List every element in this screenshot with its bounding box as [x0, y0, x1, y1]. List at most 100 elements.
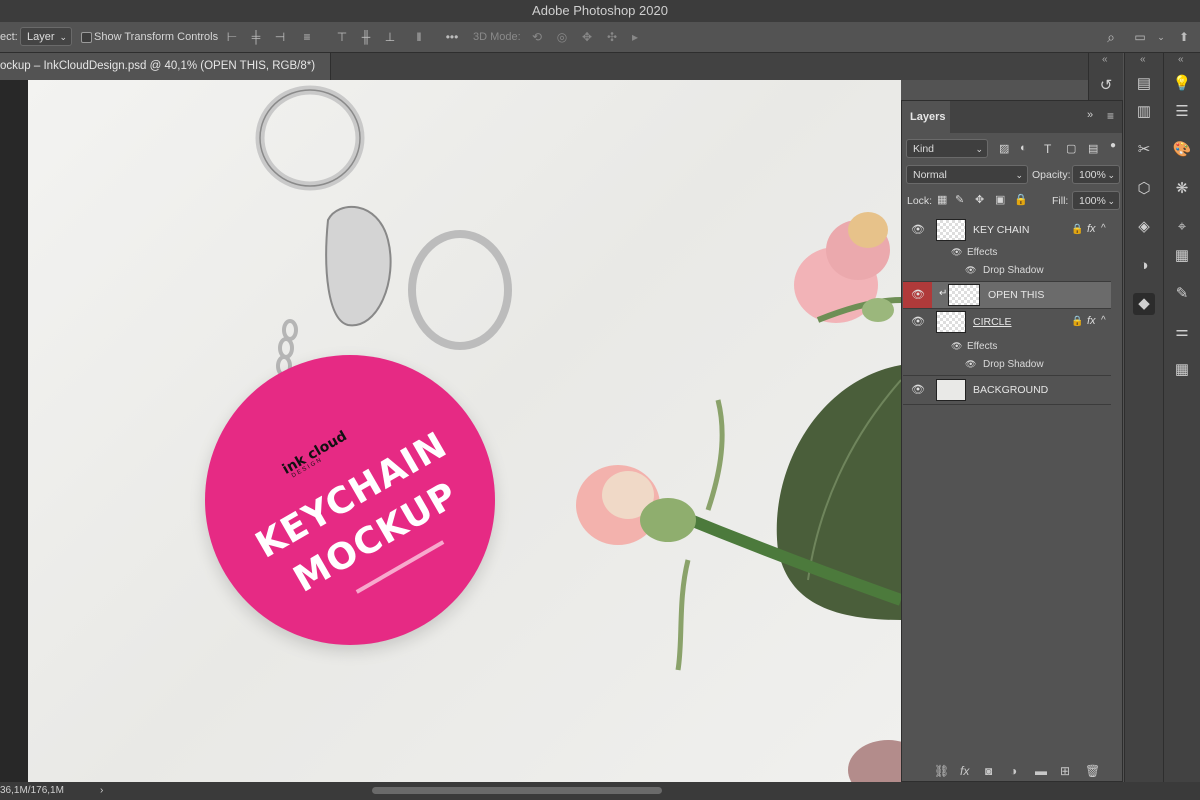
- layer-open-this[interactable]: 👁 ↵ OPEN THIS: [903, 282, 1111, 309]
- auto-select-dropdown[interactable]: Layer ⌄: [20, 27, 72, 46]
- brush-icon[interactable]: ✎: [1171, 283, 1193, 305]
- libraries-icon[interactable]: ▤: [1133, 73, 1155, 95]
- filter-toggle-icon[interactable]: ●: [1110, 140, 1116, 151]
- collapse-panel-icon[interactable]: »: [1087, 109, 1093, 121]
- search-icon[interactable]: ⌕: [1104, 30, 1118, 44]
- align-right-icon[interactable]: ⊣: [273, 30, 287, 44]
- lock-paint-icon[interactable]: ✎: [955, 193, 964, 206]
- filter-shape-icon[interactable]: ▢: [1066, 142, 1076, 155]
- fill-field[interactable]: 100% ⌄: [1072, 191, 1120, 210]
- workspace-icon[interactable]: ▭: [1133, 30, 1147, 44]
- blend-mode-dropdown[interactable]: Normal ⌄: [906, 165, 1028, 184]
- 3d-icon[interactable]: ⬡: [1133, 178, 1155, 200]
- link-layers-icon[interactable]: ⛓: [934, 764, 949, 778]
- effect-eye-icon[interactable]: 👁: [965, 265, 979, 275]
- visibility-eye-icon[interactable]: 👁: [911, 290, 925, 301]
- lock-all-icon[interactable]: 🔒: [1014, 193, 1028, 206]
- styles-icon[interactable]: ❋: [1171, 178, 1193, 200]
- new-group-icon[interactable]: ▬: [1035, 764, 1047, 778]
- lock-icon: 🔒: [1071, 316, 1084, 327]
- layers-tab-label: Layers: [910, 111, 946, 123]
- filter-kind-value: Kind: [913, 143, 935, 155]
- drop-shadow-label: Drop Shadow: [983, 265, 1044, 276]
- fx-icon[interactable]: fx: [1087, 223, 1096, 235]
- collapse-icon[interactable]: «: [1140, 54, 1146, 65]
- table-icon[interactable]: ▦: [1171, 359, 1193, 381]
- properties-icon[interactable]: ▥: [1133, 101, 1155, 123]
- layer-circle[interactable]: 👁 CIRCLE 🔒 fx ^ 👁 Effects 👁 Drop Shadow: [903, 309, 1111, 376]
- panel-menu-icon[interactable]: ≡: [1107, 109, 1114, 123]
- effect-eye-icon[interactable]: 👁: [965, 359, 979, 369]
- clip-arrow-icon: ↵: [939, 288, 948, 299]
- layers-icon[interactable]: ◆: [1133, 293, 1155, 315]
- layer-background[interactable]: 👁 BACKGROUND: [903, 376, 1111, 405]
- more-options-icon[interactable]: •••: [445, 30, 459, 44]
- layers-panel-header: Layers » ≡: [902, 101, 1122, 133]
- status-arrow[interactable]: ›: [100, 782, 103, 800]
- layer-thumbnail: [936, 311, 966, 333]
- visibility-eye-icon[interactable]: 👁: [911, 225, 925, 236]
- filter-type-icon[interactable]: T: [1044, 142, 1051, 156]
- camera-3d-icon[interactable]: ▸: [628, 30, 642, 44]
- lock-artboard-icon[interactable]: ▣: [995, 193, 1005, 206]
- filter-pixel-icon[interactable]: ▨: [999, 142, 1009, 155]
- align-center-icon[interactable]: ╪: [249, 30, 263, 44]
- visibility-cell[interactable]: 👁: [903, 282, 932, 308]
- document-tab[interactable]: ockup – InkCloudDesign.psd @ 40,1% (OPEN…: [0, 53, 331, 80]
- canvas[interactable]: ink cloud DESIGN KEYCHAIN MOCKUP: [28, 80, 901, 782]
- filter-kind-dropdown[interactable]: Kind ⌄: [906, 139, 988, 158]
- layer-key-chain[interactable]: 👁 KEY CHAIN 🔒 fx ^ 👁 Effects 👁 Drop Shad…: [903, 217, 1111, 282]
- fx-icon[interactable]: fx: [1087, 315, 1096, 327]
- new-adjustment-icon[interactable]: ◑: [1010, 764, 1017, 778]
- tab-layers[interactable]: Layers: [902, 101, 950, 133]
- learn-icon[interactable]: 💡: [1171, 73, 1193, 95]
- horizontal-scrollbar[interactable]: [372, 787, 662, 794]
- roll-3d-icon[interactable]: ◎: [555, 30, 569, 44]
- tools-icon[interactable]: ✂: [1133, 139, 1155, 161]
- chevron-up-icon[interactable]: ^: [1101, 223, 1106, 234]
- share-icon[interactable]: ⬆: [1177, 30, 1191, 44]
- swatches-icon[interactable]: 🎨: [1171, 139, 1193, 161]
- effects-eye-icon[interactable]: 👁: [951, 341, 965, 351]
- channels-icon[interactable]: ◈: [1133, 216, 1155, 238]
- grid-icon[interactable]: ▦: [1171, 245, 1193, 267]
- visibility-eye-icon[interactable]: 👁: [911, 385, 925, 396]
- layers-panel: Layers » ≡ Kind ⌄ ▨ ◐ T ▢ ▤ ● Normal ⌄ O…: [901, 100, 1123, 782]
- blend-row: Normal ⌄ Opacity: 100% ⌄: [902, 163, 1122, 189]
- adjustments-icon[interactable]: ◑: [1133, 255, 1155, 277]
- paths-icon[interactable]: ⌖: [1171, 216, 1193, 238]
- opacity-value: 100%: [1079, 169, 1106, 181]
- filter-adjustment-icon[interactable]: ◐: [1020, 142, 1027, 154]
- opacity-field[interactable]: 100% ⌄: [1072, 165, 1120, 184]
- effects-eye-icon[interactable]: 👁: [951, 247, 965, 257]
- add-mask-icon[interactable]: ◙: [985, 764, 992, 778]
- rose-corner: [848, 740, 901, 782]
- chevron-up-icon[interactable]: ^: [1101, 315, 1106, 326]
- lock-icon: 🔒: [1071, 224, 1084, 235]
- history-icon[interactable]: ↺: [1095, 75, 1117, 97]
- distribute-icon[interactable]: ≡: [300, 30, 314, 44]
- sliders-icon[interactable]: ⚌: [1171, 321, 1193, 343]
- select-label: ect:: [0, 31, 18, 43]
- color-icon[interactable]: ☰: [1171, 101, 1193, 123]
- workspace-chevron-icon[interactable]: ⌄: [1154, 30, 1168, 44]
- filter-smart-icon[interactable]: ▤: [1088, 142, 1098, 155]
- orbit-3d-icon[interactable]: ⟲: [530, 30, 544, 44]
- pan-3d-icon[interactable]: ✥: [580, 30, 594, 44]
- delete-layer-icon[interactable]: 🗑: [1085, 764, 1100, 778]
- align-left-icon[interactable]: ⊢: [225, 30, 239, 44]
- show-transform-checkbox[interactable]: [81, 32, 92, 43]
- slide-3d-icon[interactable]: ✣: [605, 30, 619, 44]
- collapse-icon[interactable]: «: [1102, 54, 1108, 65]
- distribute-vertical-icon[interactable]: ‖: [412, 30, 426, 44]
- new-layer-icon[interactable]: ⊞: [1060, 764, 1070, 778]
- align-top-icon[interactable]: ⊤: [335, 30, 349, 44]
- lock-position-icon[interactable]: ✥: [975, 193, 984, 206]
- layer-thumbnail: [936, 219, 966, 241]
- align-bottom-icon[interactable]: ⊥: [383, 30, 397, 44]
- align-middle-icon[interactable]: ╫: [359, 30, 373, 44]
- lock-pixels-icon[interactable]: ▦: [937, 193, 947, 206]
- visibility-eye-icon[interactable]: 👁: [911, 317, 925, 328]
- collapse-icon[interactable]: «: [1178, 54, 1184, 65]
- add-style-icon[interactable]: fx: [960, 764, 969, 778]
